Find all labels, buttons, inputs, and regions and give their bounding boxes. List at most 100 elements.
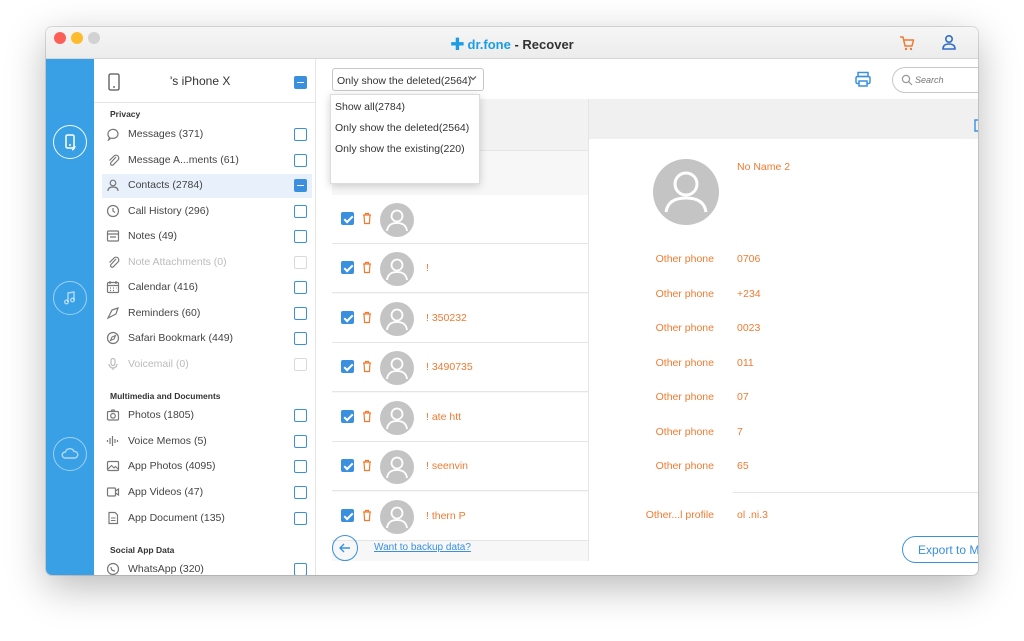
category-label: Photos (1805) <box>128 409 194 421</box>
contact-row-name: ! 350232 <box>426 312 467 324</box>
category-item: Voicemail (0) <box>102 353 312 377</box>
category-item[interactable]: Call History (296) <box>102 200 312 224</box>
calendar-icon <box>106 281 120 294</box>
edit-icon[interactable] <box>973 117 978 133</box>
search-input[interactable] <box>915 72 978 88</box>
section-privacy: Privacy <box>110 109 141 119</box>
contact-avatar-small <box>380 401 414 435</box>
field-label: Other...l profile <box>645 509 714 521</box>
category-checkbox[interactable] <box>294 563 307 575</box>
category-label: Message A...ments (61) <box>128 154 239 166</box>
filter-option-show-all[interactable]: Show all(2784) <box>335 101 405 113</box>
category-item[interactable]: WhatsApp (320) <box>102 558 312 575</box>
export-to-mac-button[interactable]: Export to Mac <box>902 536 978 563</box>
deleted-trash-icon <box>363 261 371 274</box>
detail-divider <box>733 492 978 493</box>
filter-option-existing[interactable]: Only show the existing(220) <box>335 143 465 155</box>
recover-from-itunes-button[interactable] <box>53 281 87 315</box>
category-checkbox[interactable] <box>294 332 307 345</box>
deleted-trash-icon <box>363 311 371 324</box>
category-checkbox <box>294 256 307 269</box>
contact-row[interactable]: ! 3490735 <box>332 343 588 392</box>
deleted-trash-icon <box>363 212 371 225</box>
contact-avatar <box>653 159 719 225</box>
category-checkbox[interactable] <box>294 307 307 320</box>
category-item[interactable]: Calendar (416) <box>102 276 312 300</box>
camera-icon <box>106 409 120 421</box>
category-label: Call History (296) <box>128 205 210 217</box>
recover-from-icloud-button[interactable] <box>53 437 87 471</box>
category-label: Notes (49) <box>128 230 178 242</box>
contact-row[interactable]: ! <box>332 244 588 293</box>
category-label: Note Attachments (0) <box>128 256 227 268</box>
category-checkbox[interactable] <box>294 230 307 243</box>
contact-row-name: ! seenvin <box>426 460 469 472</box>
category-item[interactable]: Reminders (60) <box>102 302 312 326</box>
main-content: Only show the deleted(2564) ! ! 350232 ! 3… <box>316 59 978 575</box>
print-icon[interactable] <box>854 70 872 88</box>
select-all-checkbox[interactable] <box>294 76 307 89</box>
category-checkbox[interactable] <box>294 281 307 294</box>
contact-row[interactable] <box>332 195 588 244</box>
category-item[interactable]: Contacts (2784) <box>102 174 312 198</box>
contact-checkbox[interactable] <box>341 459 354 472</box>
category-checkbox[interactable] <box>294 460 307 473</box>
cart-icon[interactable] <box>898 34 916 52</box>
contact-checkbox[interactable] <box>341 261 354 274</box>
field-label: Other phone <box>655 322 714 334</box>
contact-checkbox[interactable] <box>341 509 354 522</box>
category-checkbox[interactable] <box>294 409 307 422</box>
contact-row[interactable]: ! thern P <box>332 492 588 541</box>
contact-row[interactable]: ! ate htt <box>332 393 588 442</box>
contact-checkbox[interactable] <box>341 410 354 423</box>
field-value: ol .ni.3 <box>737 509 768 521</box>
deleted-trash-icon <box>363 360 371 373</box>
field-value: 0023 <box>737 322 761 334</box>
category-checkbox[interactable] <box>294 179 307 192</box>
deleted-trash-icon <box>363 459 371 472</box>
contact-checkbox[interactable] <box>341 311 354 324</box>
contact-avatar-small <box>380 252 414 286</box>
contact-checkbox[interactable] <box>341 212 354 225</box>
category-item[interactable]: App Document (135) <box>102 507 312 531</box>
contact-row-name: ! <box>426 262 429 274</box>
document-icon <box>108 511 119 525</box>
field-value: 011 <box>737 357 754 369</box>
category-checkbox[interactable] <box>294 512 307 525</box>
category-item[interactable]: Notes (49) <box>102 225 312 249</box>
contact-checkbox[interactable] <box>341 360 354 373</box>
deleted-trash-icon <box>363 509 371 522</box>
contact-row[interactable]: ! seenvin <box>332 442 588 491</box>
device-header: 's iPhone X <box>94 59 315 103</box>
filter-dropdown[interactable]: Only show the deleted(2564) <box>332 68 484 91</box>
category-item[interactable]: App Videos (47) <box>102 481 312 505</box>
toolbar: Only show the deleted(2564) <box>316 59 978 95</box>
category-label: App Photos (4095) <box>128 460 216 472</box>
category-item[interactable]: Messages (371) <box>102 123 312 147</box>
contact-name: No Name 2 <box>737 161 791 173</box>
recover-from-device-button[interactable] <box>53 125 87 159</box>
back-button[interactable] <box>332 535 358 561</box>
message-icon <box>107 128 119 141</box>
category-item[interactable]: Voice Memos (5) <box>102 430 312 454</box>
backup-data-link[interactable]: Want to backup data? <box>374 542 471 553</box>
field-label: Other phone <box>655 460 714 472</box>
category-item[interactable]: App Photos (4095) <box>102 455 312 479</box>
clock-icon <box>106 204 120 218</box>
category-checkbox[interactable] <box>294 154 307 167</box>
phone-recover-icon <box>65 134 76 151</box>
section-multimedia: Multimedia and Documents <box>110 391 221 401</box>
category-checkbox[interactable] <box>294 486 307 499</box>
contact-avatar-small <box>380 351 414 385</box>
category-item[interactable]: Message A...ments (61) <box>102 149 312 173</box>
category-checkbox[interactable] <box>294 205 307 218</box>
category-checkbox[interactable] <box>294 435 307 448</box>
filter-option-deleted[interactable]: Only show the deleted(2564) <box>335 122 469 134</box>
contact-row[interactable]: ! 350232 <box>332 294 588 343</box>
category-checkbox[interactable] <box>294 128 307 141</box>
category-item[interactable]: Photos (1805) <box>102 404 312 428</box>
image-icon <box>106 460 120 472</box>
field-value: 65 <box>737 460 749 472</box>
category-item[interactable]: Safari Bookmark (449) <box>102 327 312 351</box>
account-icon[interactable] <box>940 33 958 51</box>
